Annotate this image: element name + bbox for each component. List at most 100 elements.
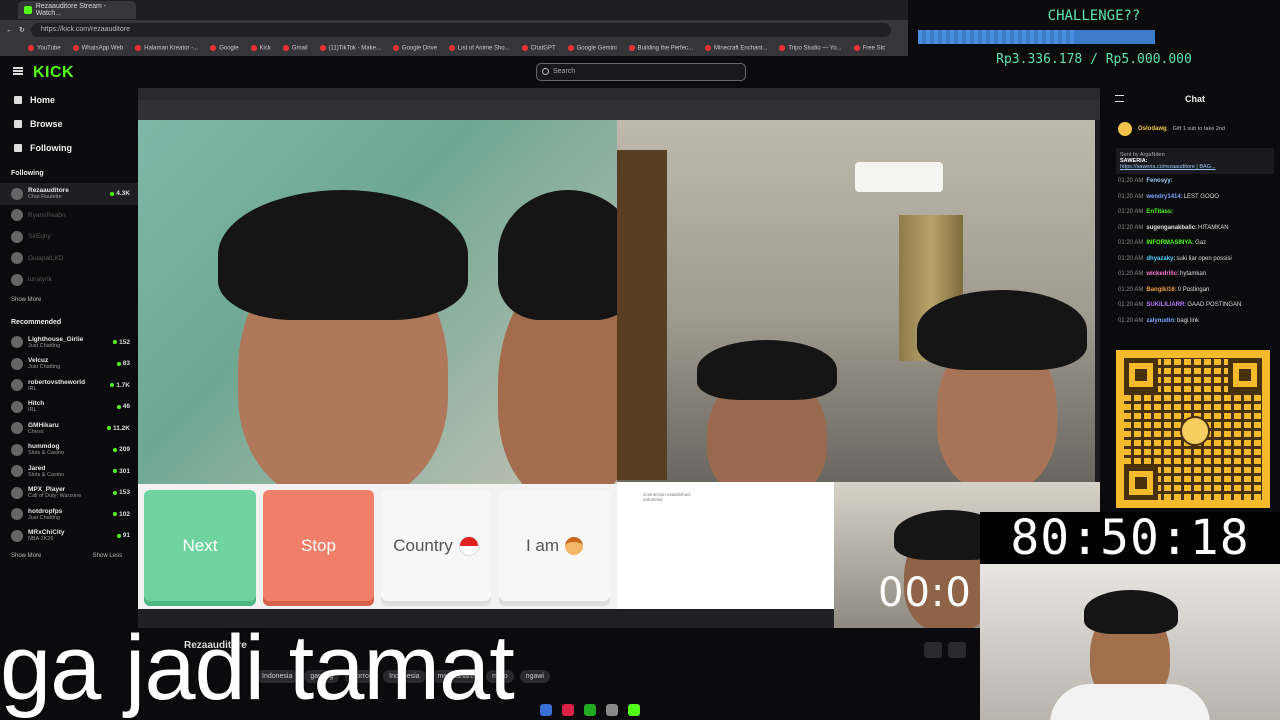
bell-icon[interactable] (924, 642, 942, 658)
saweria-link[interactable]: https://saweria.co/rezaauditore | BAG... (1120, 164, 1270, 170)
message-text: GAAD POSTINGAN (1187, 302, 1242, 308)
os-taskbar (540, 700, 980, 720)
channel-text: GulapatLKD (28, 255, 130, 262)
bookmark-favicon-icon (210, 44, 217, 51)
sidebar-channel[interactable]: robertovstheworld IRL 1.7K (0, 375, 138, 397)
sidebar-channel[interactable]: GMHikaru Chess 11.2K (0, 418, 138, 440)
sidebar-channel[interactable]: hummdog Slots & Casino 209 (0, 439, 138, 461)
nav-following[interactable]: Following (0, 136, 138, 160)
bookmark-item[interactable]: Gmail (282, 44, 308, 51)
show-more-recommended-button[interactable]: Show More (11, 553, 41, 559)
bookmark-item[interactable]: Halaman Kreator -... (135, 44, 198, 51)
sidebar-channel[interactable]: RyansReabn (0, 205, 138, 227)
sidebar-channel[interactable]: MPX_Player Call of Duty: Warzone 153 (0, 482, 138, 504)
nav-browse[interactable]: Browse (0, 112, 138, 136)
bookmark-favicon-icon (392, 44, 399, 51)
search-icon (542, 68, 549, 75)
stream-tag[interactable]: ngawi (519, 670, 550, 683)
sidebar-channel[interactable]: Hitch IRL 46 (0, 396, 138, 418)
message-user[interactable]: zalynudin: (1146, 318, 1176, 324)
bookmark-item[interactable]: Google Gemini (567, 44, 617, 51)
viewer-count: 1.7K (110, 382, 130, 389)
settings-icon[interactable] (606, 704, 618, 716)
bookmark-item[interactable]: Free Stc (853, 44, 885, 51)
bookmark-item[interactable]: Kick (250, 44, 271, 51)
collapse-chat-icon[interactable] (1115, 95, 1124, 102)
reload-icon[interactable]: ↻ (19, 26, 25, 34)
qr-finder-tl (1124, 358, 1158, 392)
message-user[interactable]: dhyazaky: (1146, 256, 1175, 262)
bookmark-item[interactable]: Tripo Studio — Yo... (779, 44, 842, 51)
message-user[interactable]: EnTitass: (1146, 209, 1173, 215)
bookmark-item[interactable]: YouTube (28, 44, 61, 51)
country-button[interactable]: Country (381, 490, 491, 601)
back-icon[interactable]: ← (6, 27, 13, 34)
gender-button[interactable]: I am (499, 490, 610, 601)
bookmark-item[interactable]: ChatGPT (521, 44, 556, 52)
bookmark-item[interactable]: (11)TikTok - Make... (319, 44, 381, 51)
channel-text: Hitch IRL (28, 400, 112, 413)
message-user[interactable]: wickedrilic: (1146, 271, 1179, 277)
kick-taskbar-icon[interactable] (628, 704, 640, 716)
hamburger-menu-icon[interactable] (13, 67, 23, 75)
bookmark-item[interactable]: List of Anime Sho... (448, 44, 510, 51)
avatar (11, 486, 23, 499)
sidebar-channel[interactable]: Jared Slots & Casino 301 (0, 461, 138, 483)
sidebar-channel[interactable]: lunalyrik (0, 269, 138, 291)
channel-name: SirEqhy (28, 233, 51, 241)
channel-text: robertovstheworld IRL (28, 379, 105, 392)
next-button[interactable]: Next (144, 490, 256, 601)
live-dot-icon (113, 447, 118, 452)
sidebar-channel[interactable]: Lighthouse_Girlie Just Chatting 152 (0, 332, 138, 354)
nav-home[interactable]: Home (0, 88, 138, 112)
sidebar-channel[interactable]: SirEqhy (0, 226, 138, 248)
bookmark-item[interactable]: Minecraft Enchant... (705, 44, 767, 51)
bookmark-item[interactable]: Google (210, 44, 239, 51)
country-label: Country (393, 535, 453, 555)
edge-icon[interactable] (540, 704, 552, 716)
app-icon[interactable] (584, 704, 596, 716)
live-dot-icon (107, 426, 111, 431)
url-field[interactable]: https://kick.com/rezaauditore (30, 23, 891, 37)
browser-tab[interactable]: Rezaauditore Stream - Watch... (18, 1, 136, 19)
bookmark-item[interactable]: Building the Perfec... (628, 44, 693, 51)
saweria-pin: Sent by ArgaNden SAWERIA: https://saweri… (1116, 148, 1274, 174)
kick-logo[interactable]: KICK (33, 64, 74, 82)
message-user[interactable]: wendry1414: (1146, 194, 1182, 200)
channel-text: hotdropfps Just Chatting (28, 508, 108, 521)
bookmark-item[interactable]: WhatsApp Web (72, 44, 123, 51)
stream-video[interactable]: Next Stop Country I am Connection establ… (138, 88, 1100, 628)
search-input[interactable]: Search (536, 63, 746, 81)
show-less-button[interactable]: Show Less (93, 553, 122, 559)
message-user[interactable]: INFORMASINYA: (1146, 240, 1194, 246)
bookmark-favicon-icon (521, 44, 528, 51)
channel-text: hummdog Slots & Casino (28, 443, 108, 456)
pinned-user[interactable]: Oslodawg (1138, 126, 1167, 132)
message-user[interactable]: Bangiki16: (1146, 287, 1176, 293)
sidebar-channel[interactable]: MRxChiCity NBA 2K26 91 (0, 525, 138, 547)
message-text: 0 Postingan (1177, 286, 1210, 293)
show-more-button[interactable]: Show More (11, 297, 41, 303)
sidebar-channel[interactable]: Rezaauditore Chat Roulette 4.3K (0, 183, 138, 205)
message-user[interactable]: sugenganakbalic: (1146, 225, 1197, 231)
bookmark-label: ChatGPT (530, 45, 556, 52)
ometv-controls: Next Stop Country I am (138, 484, 617, 609)
sidebar-channel[interactable]: hotdropfps Just Chatting 102 (0, 504, 138, 526)
brave-icon[interactable] (562, 704, 574, 716)
message-time: 01:20 AM (1118, 255, 1144, 262)
follow-heart-icon[interactable] (948, 642, 966, 658)
message-user[interactable]: Fenosyy: (1146, 178, 1172, 184)
sidebar-channel[interactable]: Velcuz Just Chatting 83 (0, 353, 138, 375)
stop-button[interactable]: Stop (263, 490, 374, 601)
channel-name: hotdropfps (28, 507, 63, 515)
bookmark-item[interactable]: Google Drive (392, 44, 437, 51)
gender-label: I am (525, 535, 560, 555)
channel-text: Jared Slots & Casino (28, 465, 108, 478)
channel-name: GulapatLKD (28, 254, 64, 262)
chat-message: 01:20 AM zalynudin:bagi link (1110, 314, 1280, 330)
sidebar-channel[interactable]: GulapatLKD (0, 248, 138, 270)
message-user[interactable]: SUKILILIARR: (1146, 302, 1186, 308)
bookmark-favicon-icon (448, 44, 455, 51)
viewer-count: 4.3K (110, 190, 130, 197)
kick-favicon-icon (24, 6, 32, 14)
